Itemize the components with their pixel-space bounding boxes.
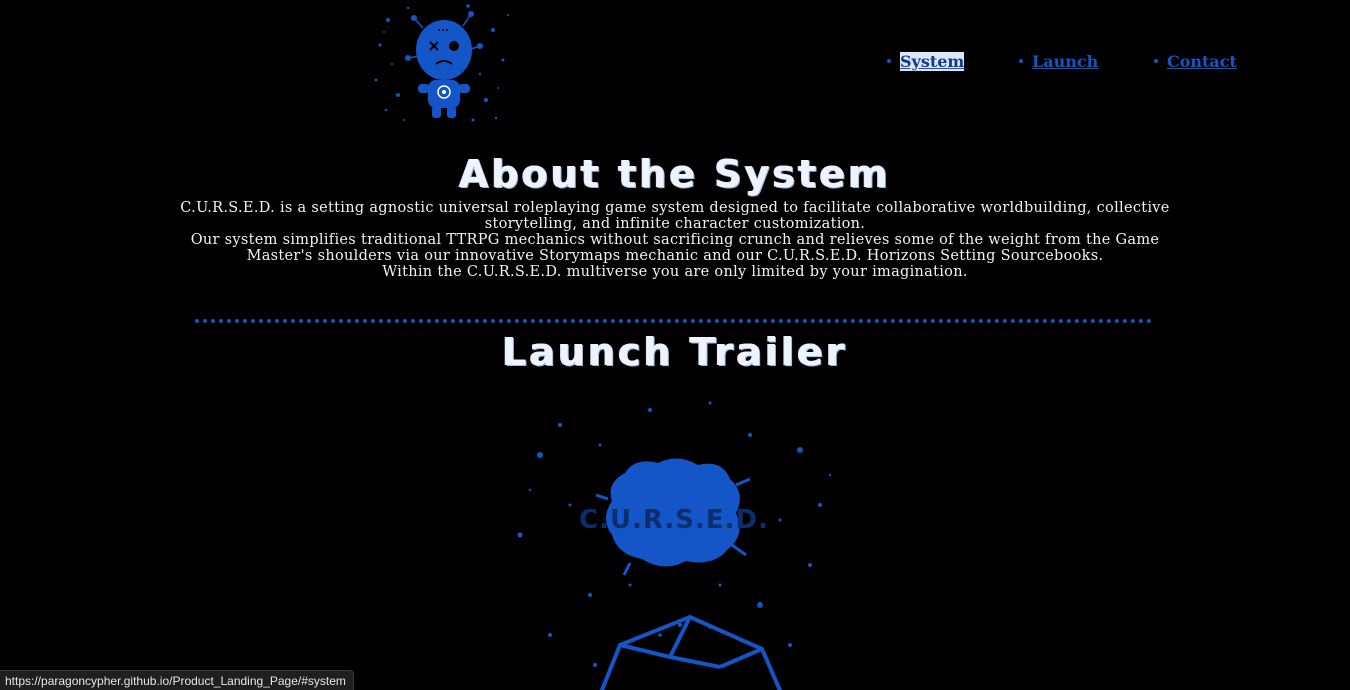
- dice-icon: [599, 614, 783, 690]
- about-paragraph: C.U.R.S.E.D. is a setting agnostic unive…: [180, 200, 1170, 232]
- main-nav: System Launch Contact: [880, 52, 1260, 76]
- nav-link-label: System: [900, 52, 965, 71]
- nav-link-label: Launch: [1032, 52, 1099, 71]
- voodoo-doll-logo[interactable]: [368, 0, 518, 128]
- trailer-video[interactable]: C.U.R.S.E.D.: [500, 395, 840, 690]
- bullet-icon: [1154, 58, 1158, 63]
- nav-link-launch[interactable]: Launch: [1019, 52, 1098, 72]
- cursed-logo-text: C.U.R.S.E.D.: [579, 505, 769, 535]
- cursed-splash-icon: C.U.R.S.E.D.: [517, 401, 832, 690]
- about-text: C.U.R.S.E.D. is a setting agnostic unive…: [180, 200, 1170, 280]
- about-heading: About the System: [459, 152, 891, 196]
- page: System Launch Contact About the System C…: [0, 0, 1350, 690]
- nav-link-label: Contact: [1167, 52, 1237, 71]
- about-paragraph: Within the C.U.R.S.E.D. multiverse you a…: [382, 264, 968, 280]
- browser-status-bar: https://paragoncypher.github.io/Product_…: [0, 670, 354, 690]
- nav-link-system[interactable]: System: [887, 52, 965, 72]
- section-divider: [195, 319, 1152, 323]
- bullet-icon: [1019, 58, 1023, 63]
- nav-link-contact[interactable]: Contact: [1154, 52, 1237, 72]
- voodoo-doll-icon: [374, 4, 509, 122]
- about-paragraph: Our system simplifies traditional TTRPG …: [190, 232, 1160, 264]
- bullet-icon: [887, 58, 891, 63]
- trailer-heading: Launch Trailer: [502, 330, 848, 374]
